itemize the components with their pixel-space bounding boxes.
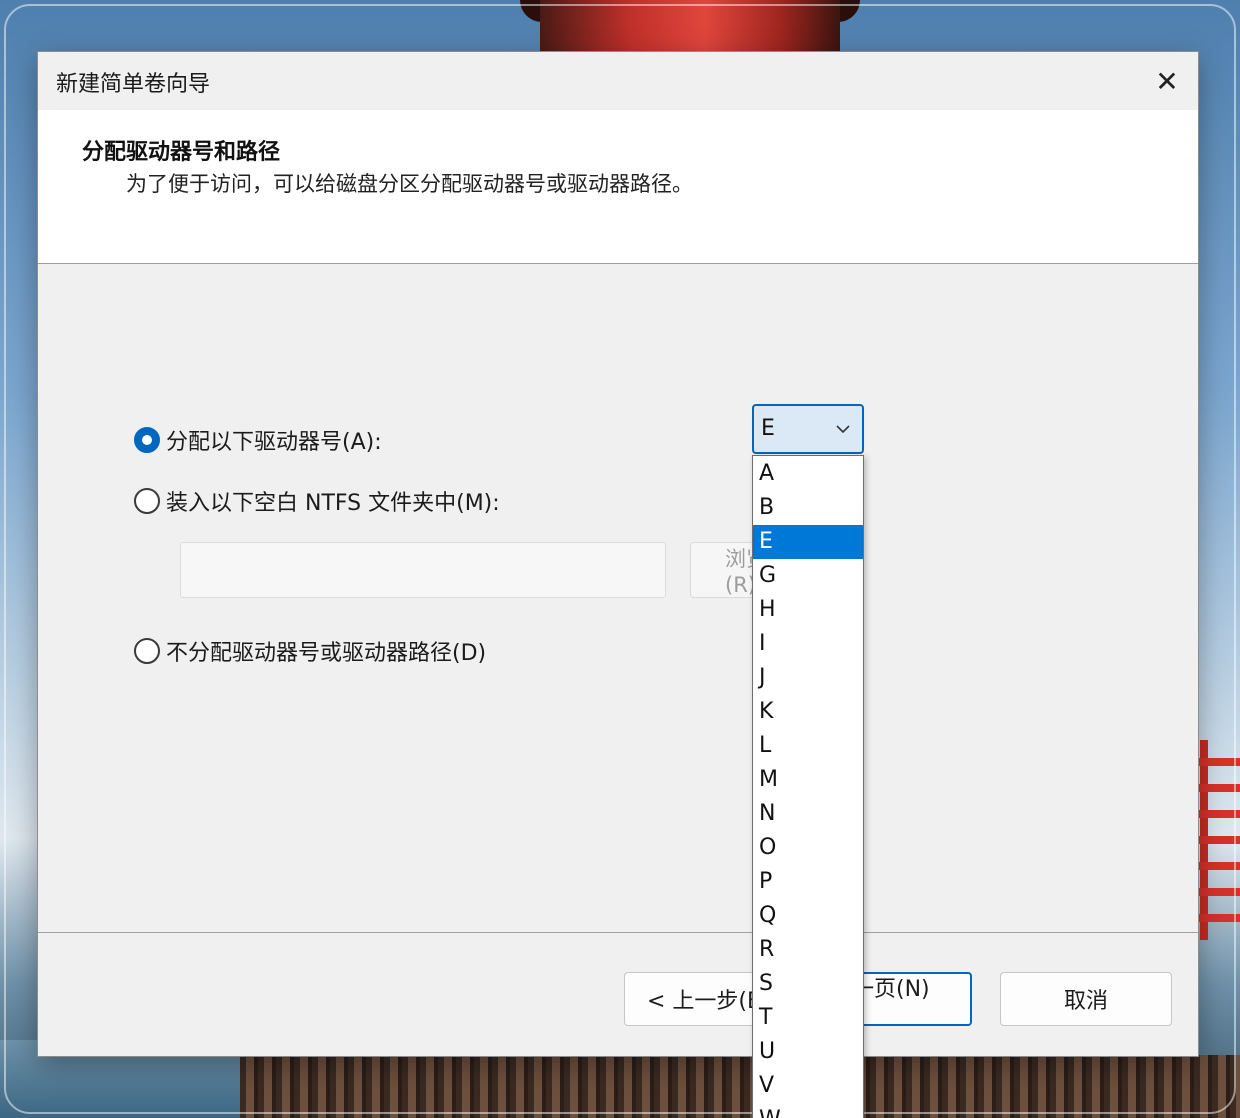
drive-letter-option[interactable]: R — [753, 933, 863, 967]
close-button[interactable]: ✕ — [1136, 52, 1198, 110]
radio-mount-folder-label: 装入以下空白 NTFS 文件夹中(M): — [166, 491, 500, 516]
background-pier — [240, 1055, 1240, 1118]
drive-letter-option[interactable]: I — [753, 627, 863, 661]
radio-button[interactable] — [134, 638, 160, 664]
page-title: 分配驱动器号和路径 — [82, 140, 281, 165]
drive-letter-option[interactable]: U — [753, 1035, 863, 1069]
radio-no-assign-label: 不分配驱动器号或驱动器路径(D) — [166, 641, 487, 666]
drive-letter-option[interactable]: M — [753, 763, 863, 797]
cancel-button[interactable]: 取消 — [1000, 972, 1172, 1026]
drive-letter-select[interactable]: E — [752, 404, 864, 454]
drive-letter-option[interactable]: K — [753, 695, 863, 729]
radio-mount-folder[interactable]: 装入以下空白 NTFS 文件夹中(M): — [134, 485, 500, 517]
wizard-header: 分配驱动器号和路径 为了便于访问，可以给磁盘分区分配驱动器号或驱动器路径。 — [38, 110, 1198, 264]
folder-path-input[interactable] — [180, 542, 666, 598]
radio-button[interactable] — [134, 488, 160, 514]
drive-letter-option[interactable]: L — [753, 729, 863, 763]
cancel-button-label: 取消 — [1063, 989, 1108, 1014]
radio-assign-letter[interactable]: 分配以下驱动器号(A): — [134, 424, 382, 456]
drive-letter-option[interactable]: P — [753, 865, 863, 899]
drive-letter-option[interactable]: H — [753, 593, 863, 627]
radio-no-assign[interactable]: 不分配驱动器号或驱动器路径(D) — [134, 635, 486, 667]
drive-letter-option[interactable]: E — [753, 525, 863, 559]
drive-letter-selected-value: E — [761, 416, 775, 441]
drive-letter-option[interactable]: G — [753, 559, 863, 593]
radio-button-selected[interactable] — [134, 427, 160, 453]
drive-letter-option[interactable]: J — [753, 661, 863, 695]
drive-letter-option[interactable]: N — [753, 797, 863, 831]
drive-letter-option[interactable]: Q — [753, 899, 863, 933]
drive-letter-option[interactable]: A — [753, 457, 863, 491]
drive-letter-dropdown-list[interactable]: ABEGHIJKLMNOPQRSTUVW — [752, 455, 864, 1118]
drive-letter-option[interactable]: T — [753, 1001, 863, 1035]
background-railing — [1196, 740, 1240, 940]
drive-letter-option[interactable]: O — [753, 831, 863, 865]
chevron-down-icon — [836, 425, 850, 434]
window-title: 新建简单卷向导 — [56, 72, 211, 97]
title-bar: 新建简单卷向导 ✕ — [38, 52, 1198, 110]
wizard-dialog: 新建简单卷向导 ✕ 分配驱动器号和路径 为了便于访问，可以给磁盘分区分配驱动器号… — [38, 52, 1198, 1056]
radio-assign-letter-label: 分配以下驱动器号(A): — [166, 430, 382, 455]
close-icon: ✕ — [1155, 64, 1179, 98]
page-description: 为了便于访问，可以给磁盘分区分配驱动器号或驱动器路径。 — [126, 172, 693, 196]
drive-letter-option[interactable]: S — [753, 967, 863, 1001]
drive-letter-option[interactable]: V — [753, 1069, 863, 1103]
drive-letter-option[interactable]: W — [753, 1103, 863, 1118]
drive-letter-option[interactable]: B — [753, 491, 863, 525]
footer-divider — [38, 932, 1198, 933]
background-lighthouse — [540, 0, 840, 52]
